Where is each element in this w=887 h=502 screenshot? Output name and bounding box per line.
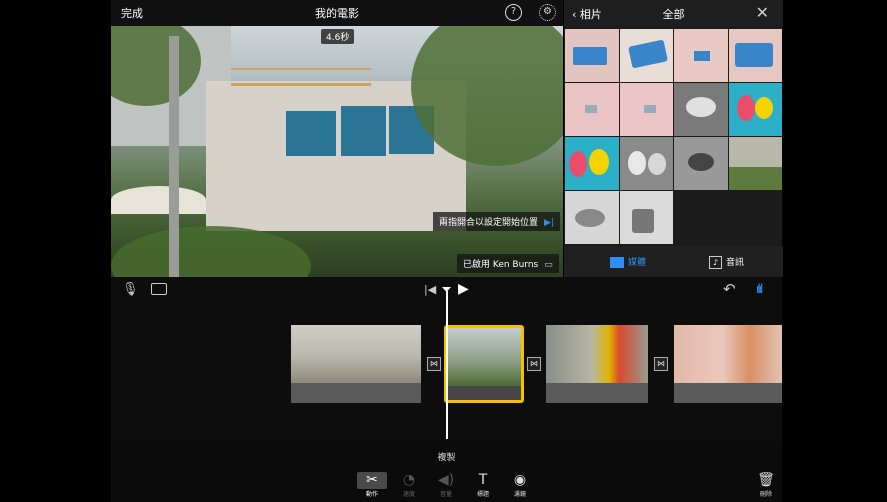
transition-icon[interactable]: ⋈ — [654, 357, 668, 371]
preview-railing — [231, 68, 371, 86]
start-position-icon[interactable]: ▶| — [544, 218, 554, 228]
transition-icon[interactable]: ⋈ — [527, 357, 541, 371]
photos-tabs: 媒體 ♪ 音訊 — [564, 246, 783, 277]
timeline-clip[interactable] — [674, 325, 782, 403]
delete-label: 刪除 — [759, 491, 772, 498]
music-note-icon: ♪ — [709, 256, 722, 269]
photo-thumbnail[interactable] — [728, 29, 782, 82]
photo-thumbnail[interactable] — [565, 83, 619, 136]
photo-thumbnail[interactable] — [728, 83, 782, 136]
photo-thumbnail[interactable] — [674, 83, 728, 136]
tab-media[interactable]: 媒體 — [610, 255, 646, 268]
trash-icon: 🗑 — [757, 472, 775, 488]
clip-duration-badge: 4.6秒 — [321, 29, 355, 44]
undo-icon[interactable]: ↶ — [723, 280, 736, 298]
tab-media-label: 媒體 — [628, 258, 647, 268]
timeline-clip[interactable] — [546, 325, 648, 403]
play-icon[interactable]: ▶ — [458, 281, 469, 297]
speed-icon: ◔ — [402, 472, 416, 488]
selected-timeline-clip[interactable] — [444, 325, 524, 403]
scissors-icon: ✂ — [357, 472, 387, 489]
imovie-app: 完成 我的電影 ? ⚙ 4.6秒 兩指開合以設定開始位置 ▶| 已啟用 Ken B… — [111, 0, 783, 502]
preview-bushes — [111, 226, 311, 277]
help-icon[interactable]: ? — [505, 4, 522, 21]
delete-button[interactable]: 🗑 刪除 — [751, 472, 781, 498]
action-bar: 複製 ✂ 動作 ◔ 速度 ◀) 音量 T 標題 ◉ 濾鏡 🗑 刪除 — [111, 442, 782, 502]
close-icon[interactable]: ✕ — [756, 3, 769, 22]
gear-icon[interactable]: ⚙ — [539, 4, 556, 21]
title-icon: T — [478, 472, 488, 488]
project-header: 完成 我的電影 ? ⚙ — [111, 0, 563, 26]
tool-filters[interactable]: ◉ 濾鏡 — [505, 472, 535, 498]
tool-label: 動作 — [365, 491, 378, 498]
tool-titles[interactable]: T 標題 — [468, 472, 498, 498]
end-position-icon[interactable]: ▭ — [544, 260, 553, 270]
photo-thumbnail[interactable] — [565, 191, 619, 244]
filter-icon: ◉ — [513, 472, 527, 488]
volume-icon: ◀) — [437, 472, 455, 488]
photos-header: ‹ 相片 全部 ✕ — [564, 0, 783, 27]
transition-icon[interactable]: ⋈ — [427, 357, 441, 371]
photo-thumbnail[interactable] — [619, 29, 673, 82]
timeline-clip[interactable] — [291, 325, 421, 403]
tool-label: 速度 — [402, 491, 415, 498]
tool-label: 濾鏡 — [513, 491, 526, 498]
photo-grid — [565, 29, 783, 244]
video-preview[interactable]: 4.6秒 兩指開合以設定開始位置 ▶| 已啟用 Ken Burns ▭ — [111, 26, 563, 277]
duplicate-button[interactable]: 複製 — [111, 450, 782, 463]
photo-thumbnail[interactable] — [565, 29, 619, 82]
photo-thumbnail[interactable] — [619, 83, 673, 136]
preview-umbrella — [111, 186, 206, 214]
film-icon — [610, 257, 624, 268]
waveform-icon[interactable]: ılıl — [756, 282, 763, 296]
camera-icon[interactable] — [151, 283, 167, 295]
tool-label: 音量 — [439, 491, 452, 498]
playhead[interactable] — [446, 291, 448, 439]
kenburns-hint-text: 已啟用 Ken Burns — [463, 260, 539, 270]
microphone-icon[interactable]: 🎙 — [122, 282, 139, 297]
project-title: 我的電影 — [315, 7, 359, 20]
photo-thumbnail[interactable] — [619, 191, 673, 244]
tool-volume[interactable]: ◀) 音量 — [431, 472, 461, 498]
tab-audio[interactable]: ♪ 音訊 — [709, 255, 744, 269]
pinch-hint: 兩指開合以設定開始位置 ▶| — [433, 212, 560, 231]
photos-browser: ‹ 相片 全部 ✕ 媒體 ♪ 音訊 — [563, 0, 783, 277]
tool-label: 標題 — [476, 491, 489, 498]
tool-speed[interactable]: ◔ 速度 — [394, 472, 424, 498]
skip-to-start-icon[interactable]: |◀ — [424, 283, 436, 296]
preview-window — [286, 111, 336, 156]
photo-thumbnail[interactable] — [674, 137, 728, 190]
tab-audio-label: 音訊 — [726, 258, 745, 268]
photo-thumbnail[interactable] — [674, 29, 728, 82]
pinch-hint-text: 兩指開合以設定開始位置 — [439, 218, 539, 228]
photo-thumbnail[interactable] — [565, 137, 619, 190]
kenburns-hint: 已啟用 Ken Burns ▭ — [457, 254, 559, 273]
preview-window — [341, 106, 386, 156]
preview-lamppost — [169, 36, 179, 277]
tool-actions[interactable]: ✂ 動作 — [357, 472, 387, 498]
photos-title: 全部 — [662, 8, 685, 21]
photo-thumbnail[interactable] — [728, 137, 782, 190]
photo-thumbnail[interactable] — [619, 137, 673, 190]
